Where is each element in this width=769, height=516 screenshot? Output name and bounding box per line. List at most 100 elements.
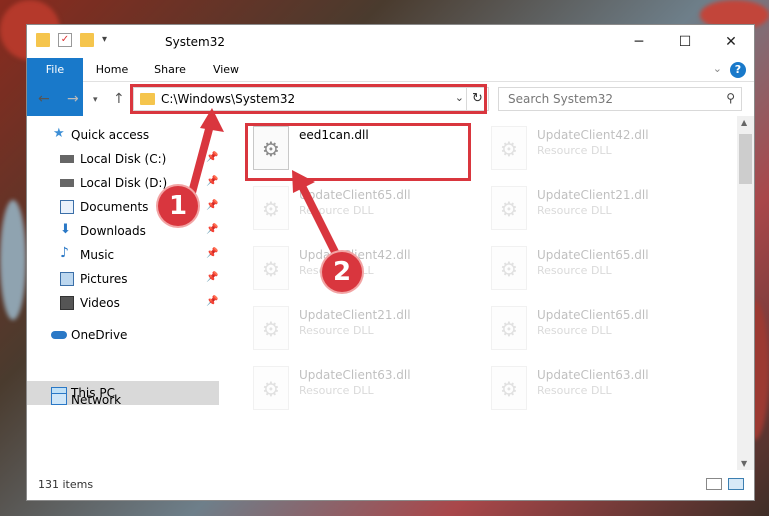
customize-toolbar-icon[interactable]: ▾ xyxy=(102,33,116,47)
pin-icon[interactable]: 📌 xyxy=(206,272,218,283)
view-switcher xyxy=(706,478,744,490)
close-button[interactable]: ✕ xyxy=(708,25,754,58)
list-item[interactable]: ⚙ UpdateClient65.dll Resource DLL xyxy=(487,302,717,360)
sidebar-item-label: Pictures xyxy=(80,272,128,286)
item-count: 131 items xyxy=(38,478,94,491)
file-type: Resource DLL xyxy=(537,324,612,337)
gear-icon: ⚙ xyxy=(262,377,280,401)
star-icon: ★ xyxy=(53,126,65,141)
sidebar-item-label: Quick access xyxy=(71,128,150,142)
back-arrow-icon[interactable]: ← xyxy=(38,91,50,107)
videos-icon xyxy=(60,296,74,310)
pin-icon[interactable]: 📌 xyxy=(206,176,218,187)
title-bar: ✓ ▾ System32 ─ ☐ ✕ xyxy=(27,25,754,58)
forward-arrow-icon[interactable]: → xyxy=(67,91,79,107)
file-type: Resource DLL xyxy=(537,204,612,217)
scroll-thumb[interactable] xyxy=(739,134,752,184)
list-item[interactable]: ⚙ UpdateClient63.dll Resource DLL xyxy=(487,362,717,420)
pin-icon[interactable]: 📌 xyxy=(206,248,218,259)
file-name: UpdateClient65.dll xyxy=(537,308,649,322)
recent-locations-icon[interactable]: ▾ xyxy=(93,95,98,105)
documents-icon xyxy=(60,200,74,214)
list-item[interactable]: ⚙ UpdateClient65.dll Resource DLL xyxy=(487,242,717,300)
expand-ribbon-icon[interactable]: ⌄ xyxy=(713,62,722,75)
large-icons-view-icon[interactable] xyxy=(728,478,744,490)
dll-file-icon: ⚙ xyxy=(491,126,527,170)
tab-home[interactable]: Home xyxy=(89,58,135,82)
minimize-button[interactable]: ─ xyxy=(616,25,662,58)
tab-share[interactable]: Share xyxy=(147,58,193,82)
file-name: UpdateClient21.dll xyxy=(537,188,649,202)
pictures-icon xyxy=(60,272,74,286)
quick-access-toolbar: ✓ ▾ xyxy=(36,33,116,47)
sidebar-item-downloads[interactable]: ⬇ Downloads 📌 xyxy=(27,219,219,243)
search-placeholder: Search System32 xyxy=(508,92,614,106)
sidebar-item-label: Local Disk (C:) xyxy=(80,152,167,166)
list-item[interactable]: ⚙ UpdateClient21.dll Resource DLL xyxy=(249,302,479,360)
search-input[interactable]: Search System32 ⚲ xyxy=(498,87,742,111)
sidebar-item-videos[interactable]: Videos 📌 xyxy=(27,291,219,315)
properties-icon[interactable]: ✓ xyxy=(58,33,72,47)
drive-icon xyxy=(60,155,74,163)
cloud-icon xyxy=(51,331,67,339)
details-view-icon[interactable] xyxy=(706,478,722,490)
search-icon[interactable]: ⚲ xyxy=(726,91,735,105)
scroll-down-icon[interactable]: ▼ xyxy=(741,459,747,468)
file-highlight-box xyxy=(245,123,471,181)
file-name: UpdateClient65.dll xyxy=(537,248,649,262)
pin-icon[interactable]: 📌 xyxy=(206,200,218,211)
file-type: Resource DLL xyxy=(537,384,612,397)
file-name: UpdateClient65.dll xyxy=(299,188,411,202)
dll-file-icon: ⚙ xyxy=(253,306,289,350)
file-type: Resource DLL xyxy=(537,264,612,277)
gear-icon: ⚙ xyxy=(262,317,280,341)
file-type: Resource DLL xyxy=(299,204,374,217)
background-sky xyxy=(0,200,26,320)
sidebar-item-label: Local Disk (D:) xyxy=(80,176,168,190)
navigation-pane: ★ Quick access Local Disk (C:) 📌 Local D… xyxy=(27,116,219,468)
vertical-scrollbar[interactable]: ▲ ▼ xyxy=(737,116,754,470)
sidebar-item-label: Music xyxy=(80,248,115,262)
list-item[interactable]: ⚙ UpdateClient21.dll Resource DLL xyxy=(487,182,717,240)
scroll-up-icon[interactable]: ▲ xyxy=(741,118,747,127)
file-name: UpdateClient42.dll xyxy=(537,128,649,142)
sidebar-item-label: Documents xyxy=(80,200,149,214)
gear-icon: ⚙ xyxy=(500,377,518,401)
file-name: UpdateClient63.dll xyxy=(299,368,411,382)
new-folder-icon[interactable] xyxy=(80,33,94,47)
gear-icon: ⚙ xyxy=(262,197,280,221)
sidebar-item-pictures[interactable]: Pictures 📌 xyxy=(27,267,219,291)
list-item[interactable]: ⚙ UpdateClient65.dll Resource DLL xyxy=(249,182,479,240)
drive-icon xyxy=(60,179,74,187)
music-icon: ♪ xyxy=(60,245,69,261)
sidebar-item-label: Videos xyxy=(80,296,120,310)
file-type: Resource DLL xyxy=(537,144,612,157)
sidebar-item-label: OneDrive xyxy=(71,328,128,342)
sidebar-item-onedrive[interactable]: OneDrive xyxy=(27,323,219,347)
pin-icon[interactable]: 📌 xyxy=(206,296,218,307)
list-item[interactable]: ⚙ UpdateClient63.dll Resource DLL xyxy=(249,362,479,420)
dll-file-icon: ⚙ xyxy=(253,246,289,290)
sidebar-item-network-row[interactable]: Network xyxy=(27,388,219,412)
sidebar-item-local-disk-c[interactable]: Local Disk (C:) 📌 xyxy=(27,147,219,171)
sidebar-item-quick-access[interactable]: ★ Quick access xyxy=(27,123,219,147)
maximize-button[interactable]: ☐ xyxy=(662,25,708,58)
file-name: UpdateClient63.dll xyxy=(537,368,649,382)
window-title: System32 xyxy=(165,35,226,49)
sidebar-item-music[interactable]: ♪ Music 📌 xyxy=(27,243,219,267)
folder-icon[interactable] xyxy=(36,33,50,47)
address-highlight-box xyxy=(130,84,487,114)
dll-file-icon: ⚙ xyxy=(491,306,527,350)
step-marker-2: 2 xyxy=(322,252,362,292)
pin-icon[interactable]: 📌 xyxy=(206,152,218,163)
help-icon[interactable]: ? xyxy=(730,62,746,78)
sidebar-item-label: Downloads xyxy=(80,224,146,238)
gear-icon: ⚙ xyxy=(262,257,280,281)
pin-icon[interactable]: 📌 xyxy=(206,224,218,235)
list-item[interactable]: ⚙ UpdateClient42.dll Resource DLL xyxy=(487,122,717,180)
window-controls: ─ ☐ ✕ xyxy=(616,25,754,58)
tab-view[interactable]: View xyxy=(203,58,249,82)
list-item[interactable]: ⚙ UpdateClient42.dll Resource DLL xyxy=(249,242,479,300)
up-arrow-icon[interactable]: ↑ xyxy=(113,91,125,107)
step-marker-1: 1 xyxy=(158,186,198,226)
